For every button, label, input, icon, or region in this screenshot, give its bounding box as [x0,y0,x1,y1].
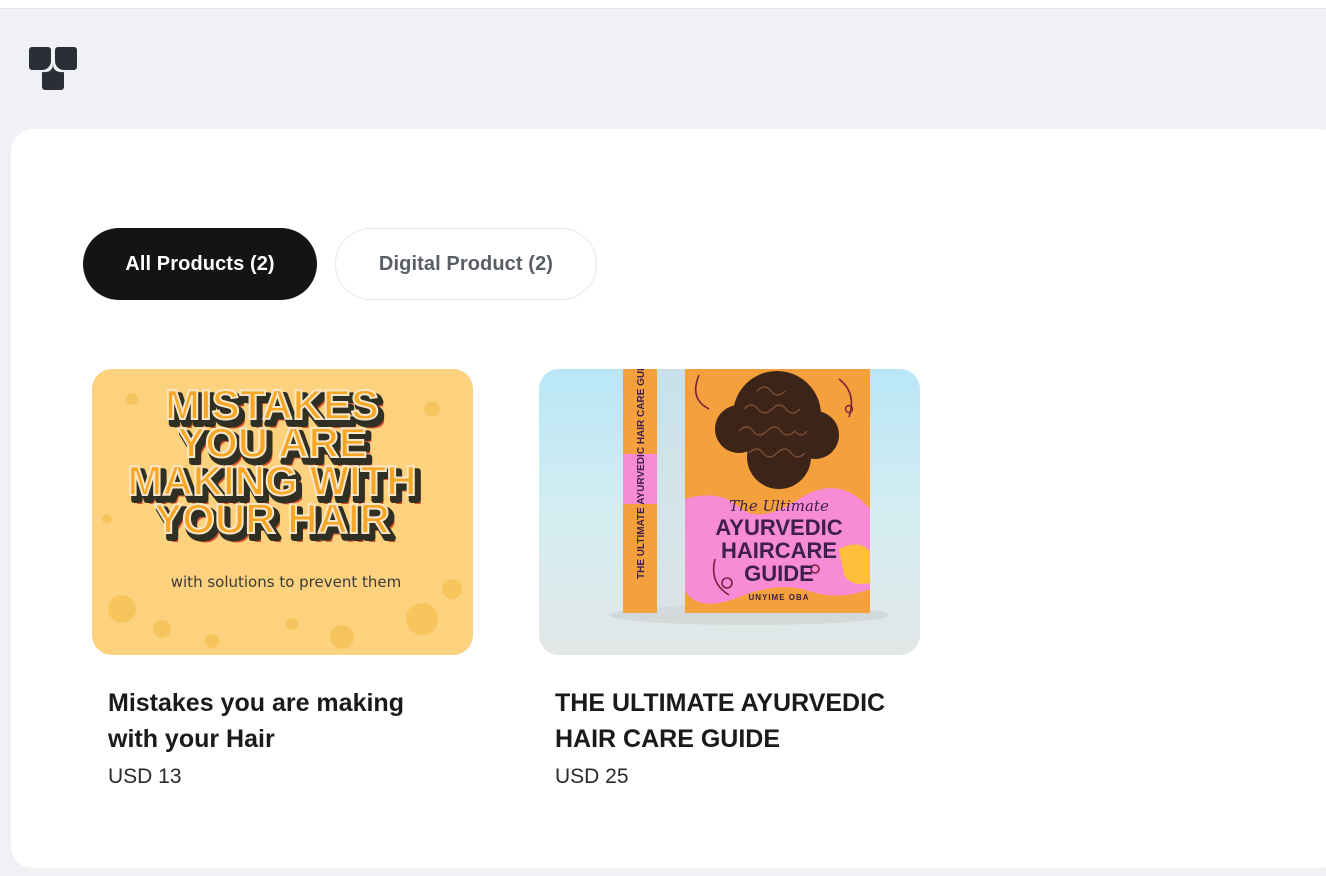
book-script-title: The Ultimate [729,497,829,515]
top-border [0,0,1326,9]
product-price: USD 13 [108,765,182,788]
cover-subtitle: with solutions to prevent them [171,573,401,591]
tab-all-products[interactable]: All Products (2) [83,228,317,300]
book-author: UNYIME OBA [748,593,809,602]
book-title-line: HAIRCARE [721,538,837,563]
tab-digital-product[interactable]: Digital Product (2) [335,228,597,300]
product-price: USD 25 [555,765,629,788]
product-card[interactable]: THE ULTIMATE AYURVEDIC HAIR CARE GUIDE T… [539,369,920,789]
product-panel: All Products (2) Digital Product (2) MIS [11,129,1326,868]
product-card[interactable]: MISTAKES YOU ARE MAKING WITH YOUR HAIR M… [92,369,473,789]
product-title[interactable]: Mistakes you are making with your Hair [108,685,457,757]
product-image[interactable]: THE ULTIMATE AYURVEDIC HAIR CARE GUIDE T… [539,369,920,655]
book-spine-text: THE ULTIMATE AYURVEDIC HAIR CARE GUIDE [636,369,647,579]
product-image[interactable]: MISTAKES YOU ARE MAKING WITH YOUR HAIR M… [92,369,473,655]
store-logo-icon[interactable] [29,47,77,90]
book-title-line: AYURVEDIC [715,515,842,540]
cover-headline-line: YOUR HAIR [154,495,390,542]
product-title[interactable]: THE ULTIMATE AYURVEDIC HAIR CARE GUIDE [555,685,904,757]
book-title-line: GUIDE [744,561,814,586]
category-tabs: All Products (2) Digital Product (2) [83,228,597,300]
